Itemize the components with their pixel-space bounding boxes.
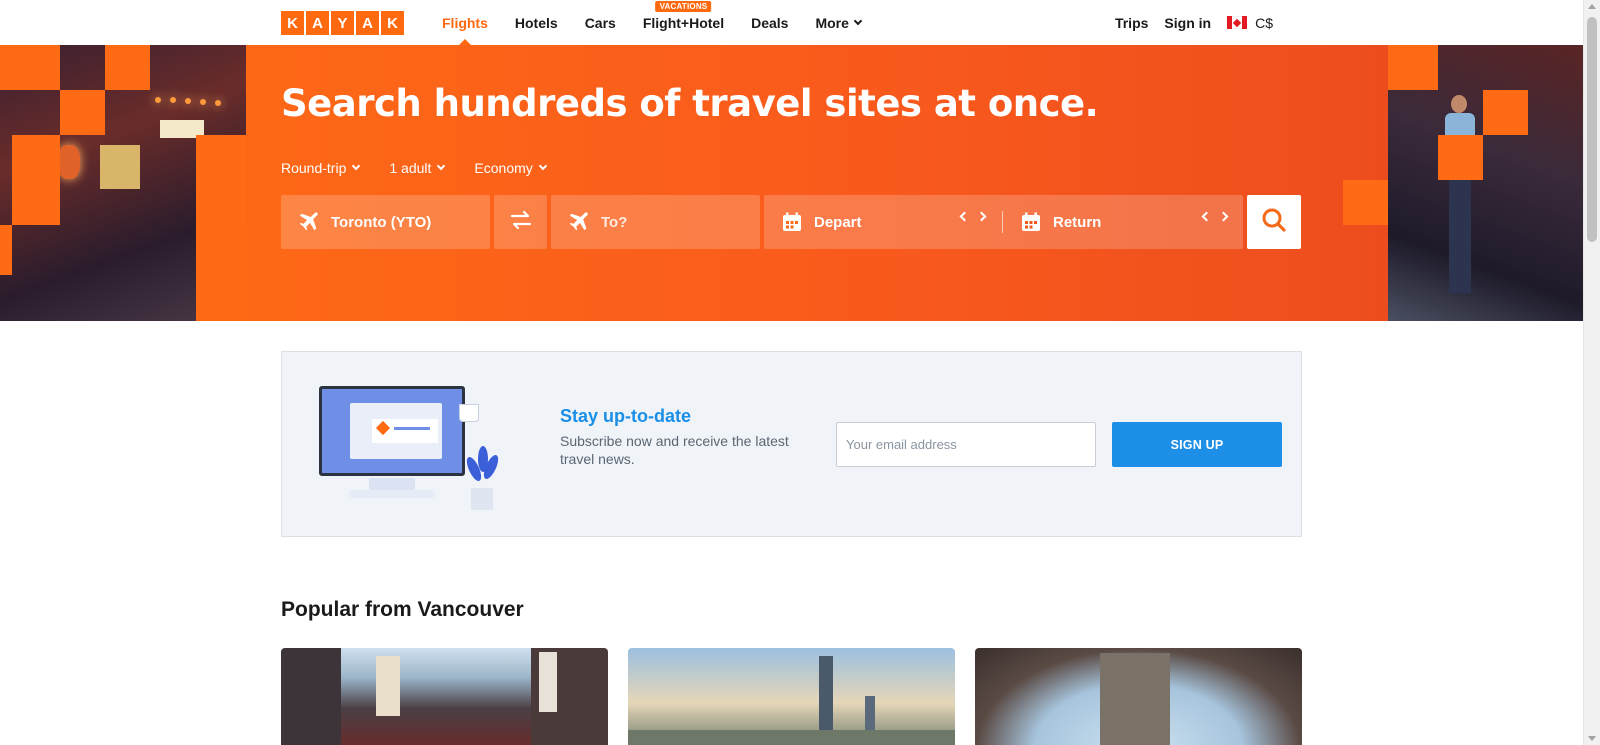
- newsletter-subtitle: Subscribe now and receive the latest tra…: [560, 433, 789, 467]
- logo-letter: Y: [331, 11, 354, 35]
- nav-flights[interactable]: Flights: [442, 0, 488, 45]
- chevron-right-icon[interactable]: [976, 211, 987, 222]
- search-button[interactable]: [1247, 195, 1301, 249]
- depart-label: Depart: [814, 213, 862, 231]
- chevron-left-icon[interactable]: [959, 211, 970, 222]
- nav-cars[interactable]: Cars: [585, 0, 616, 45]
- newsletter-panel: Stay up-to-date Subscribe now and receiv…: [281, 351, 1302, 537]
- nav-hotels[interactable]: Hotels: [515, 0, 558, 45]
- trip-type-label: Round-trip: [281, 160, 347, 176]
- nav-more[interactable]: More: [815, 0, 863, 45]
- chevron-right-icon[interactable]: [1218, 211, 1229, 222]
- travelers-label: 1 adult: [389, 160, 432, 176]
- date-range-field: Depart Return: [764, 195, 1243, 249]
- destination-card[interactable]: [975, 648, 1302, 745]
- page-scrollbar[interactable]: [1583, 0, 1600, 745]
- scroll-up-icon[interactable]: [1588, 4, 1596, 9]
- tower-bridge-graphic: [1100, 653, 1170, 745]
- calendar-icon: [1019, 210, 1043, 234]
- newsletter-illustration: [319, 378, 509, 518]
- return-label: Return: [1053, 213, 1102, 231]
- trip-type-dropdown[interactable]: Round-trip: [281, 160, 361, 176]
- return-field[interactable]: Return: [1003, 195, 1243, 249]
- origin-value: Toronto (YTO): [331, 213, 432, 231]
- trips-link[interactable]: Trips: [1115, 15, 1148, 31]
- cabin-label: Economy: [474, 160, 533, 176]
- logo-letter: A: [356, 11, 379, 35]
- chevron-down-icon: [538, 161, 548, 171]
- nav-flights-label: Flights: [442, 14, 488, 31]
- monitor-graphic: [319, 386, 465, 476]
- nav-flight-hotel[interactable]: VACATIONS Flight+Hotel: [643, 0, 724, 45]
- chevron-down-icon: [437, 161, 446, 171]
- cabin-dropdown[interactable]: Economy: [474, 160, 548, 176]
- logo-letter: A: [306, 11, 329, 35]
- origin-field[interactable]: Toronto (YTO): [281, 195, 490, 249]
- swap-button[interactable]: [494, 195, 547, 249]
- kayak-logo[interactable]: K A Y A K: [281, 11, 404, 35]
- swap-icon: [509, 209, 533, 235]
- newsletter-title: Stay up-to-date: [560, 406, 692, 426]
- destination-card[interactable]: [628, 648, 955, 745]
- search-icon: [1261, 207, 1287, 238]
- scroll-thumb[interactable]: [1587, 17, 1597, 242]
- destination-card[interactable]: [281, 648, 608, 745]
- nav-hotels-label: Hotels: [514, 14, 558, 31]
- chevron-down-icon: [352, 161, 361, 171]
- top-navigation: K A Y A K Flights Hotels Cars VACATIONS …: [0, 0, 1583, 45]
- plant-graphic: [463, 446, 502, 486]
- main-nav: Flights Hotels Cars VACATIONS Flight+Hot…: [442, 0, 888, 45]
- plane-icon: [297, 210, 321, 234]
- canada-flag-icon[interactable]: [1227, 16, 1248, 29]
- logo-letter: K: [281, 11, 304, 35]
- hero-banner: Search hundreds of travel sites at once.…: [0, 45, 1583, 321]
- nav-cars-label: Cars: [584, 14, 616, 31]
- depart-field[interactable]: Depart: [764, 195, 1001, 249]
- vacations-badge: VACATIONS: [655, 1, 712, 12]
- currency-selector[interactable]: C$: [1255, 15, 1273, 31]
- sign-up-button[interactable]: SIGN UP: [1112, 422, 1282, 467]
- plane-icon: [567, 210, 591, 234]
- travelers-dropdown[interactable]: 1 adult: [389, 160, 446, 176]
- scroll-down-icon[interactable]: [1588, 736, 1596, 741]
- search-options: Round-trip 1 adult Economy: [281, 160, 548, 176]
- destination-placeholder: To?: [601, 213, 628, 231]
- email-field[interactable]: Your email address: [836, 422, 1096, 467]
- nav-more-label: More: [815, 14, 849, 31]
- sign-in-link[interactable]: Sign in: [1164, 15, 1211, 31]
- email-placeholder: Your email address: [846, 437, 957, 452]
- nav-flight-hotel-label: Flight+Hotel: [642, 14, 725, 31]
- person-figure: [1443, 95, 1477, 305]
- chevron-left-icon[interactable]: [1201, 211, 1212, 222]
- hero-title: Search hundreds of travel sites at once.: [281, 82, 1099, 125]
- chevron-down-icon: [853, 16, 863, 25]
- nav-deals-label: Deals: [751, 14, 789, 31]
- logo-letter: K: [381, 11, 404, 35]
- calendar-icon: [780, 210, 804, 234]
- nav-deals[interactable]: Deals: [751, 0, 788, 45]
- account-nav: Trips Sign in C$: [1115, 0, 1273, 45]
- popular-section-title: Popular from Vancouver: [281, 598, 524, 621]
- destination-field[interactable]: To?: [551, 195, 760, 249]
